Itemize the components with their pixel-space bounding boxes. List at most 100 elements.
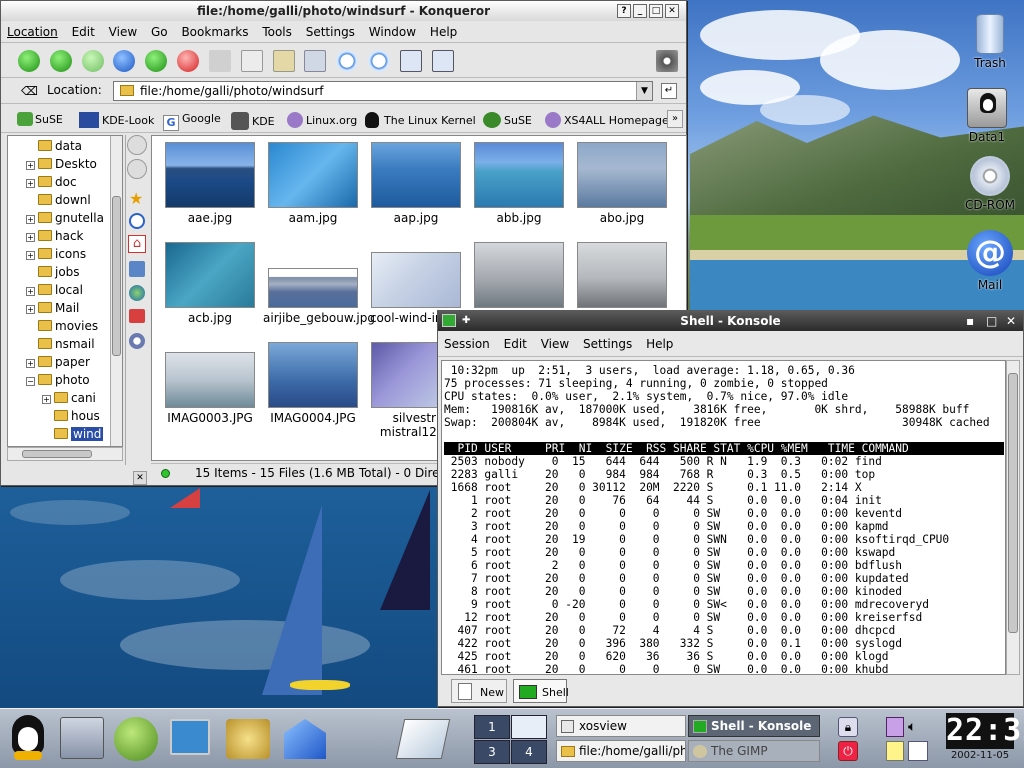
tree-item[interactable]: + local [26, 281, 83, 299]
menu-go[interactable]: Go [151, 21, 168, 43]
expand-icon[interactable]: + [26, 179, 35, 188]
konsole-minimize-button[interactable]: ▪ [966, 311, 974, 331]
menu-settings[interactable]: Settings [306, 21, 355, 43]
paste-icon[interactable] [272, 50, 295, 72]
new-session-button[interactable]: New [451, 679, 507, 703]
tree-item[interactable]: data [26, 137, 82, 155]
bookmark-linux-org[interactable]: Linux.org [287, 112, 357, 128]
terminal-launcher-icon[interactable] [170, 719, 210, 755]
help-button[interactable]: ? [617, 4, 631, 18]
bookmark-suse-2[interactable]: SuSE [483, 112, 532, 128]
desktop-1[interactable]: 1 [474, 715, 510, 739]
tree-item[interactable]: + Mail [26, 299, 79, 317]
file-thumbnail[interactable]: aae.jpg [160, 142, 260, 225]
menu-help[interactable]: Help [430, 21, 457, 43]
bookmarks-sidebar-icon[interactable]: ★ [129, 189, 143, 208]
kmenu-tux-icon[interactable] [6, 715, 50, 763]
expand-icon[interactable]: + [42, 395, 51, 404]
file-thumbnail[interactable]: abo.jpg [572, 142, 672, 225]
location-input[interactable]: file:/home/galli/photo/windsurf ▼ [113, 81, 653, 101]
menu-view[interactable]: View [109, 21, 137, 43]
settings-sidebar-icon[interactable] [129, 333, 145, 349]
kwrite-icon[interactable] [395, 719, 451, 759]
tree-item[interactable]: hous [42, 407, 100, 425]
task-konsole[interactable]: Shell - Konsole [688, 715, 820, 737]
cut-icon[interactable] [208, 50, 231, 72]
file-thumbnail[interactable]: airjibe_gebouw.jpg [263, 242, 375, 325]
menu-location[interactable]: Location [7, 21, 58, 43]
bookmark-suse[interactable]: SuSE [17, 112, 63, 126]
expand-icon[interactable]: + [26, 251, 35, 260]
tree-item[interactable]: jobs [26, 263, 80, 281]
konqueror-gear-icon[interactable] [656, 50, 678, 72]
close-button[interactable]: ✕ [665, 4, 679, 18]
menu-bookmarks[interactable]: Bookmarks [181, 21, 248, 43]
tree-item[interactable]: + hack [26, 227, 84, 245]
bookmark-kde[interactable]: KDE [231, 112, 275, 130]
zoom-in-icon[interactable] [336, 50, 359, 72]
file-thumbnail[interactable]: aap.jpg [366, 142, 466, 225]
reload-icon[interactable] [145, 50, 168, 72]
expand-icon[interactable]: + [26, 305, 35, 314]
go-icon[interactable]: ↵ [661, 83, 677, 99]
volume-icon[interactable]: 🔈︎ [908, 717, 930, 737]
menu-view-konsole[interactable]: View [541, 331, 569, 357]
konsole-titlebar[interactable]: ✚ Shell - Konsole ▪ □ ✕ [438, 311, 1023, 331]
menu-settings-konsole[interactable]: Settings [583, 331, 632, 357]
stop-icon[interactable] [177, 50, 200, 72]
lock-screen-icon[interactable]: 🔒︎ [838, 717, 858, 737]
control-center-icon[interactable] [226, 719, 270, 759]
file-thumbnail[interactable]: aam.jpg [263, 142, 363, 225]
terminal-screen[interactable]: 10:32pm up 2:51, 3 users, load average: … [441, 360, 1006, 675]
bookmark-google[interactable]: G Google [163, 112, 221, 131]
tree-item[interactable]: + paper [26, 353, 90, 371]
collapse-icon[interactable]: − [26, 377, 35, 386]
bookmark-xs4all[interactable]: XS4ALL Homepages [545, 112, 674, 128]
terminal-scroll-thumb[interactable] [1008, 373, 1018, 633]
desktop-data1[interactable]: Data1 [952, 88, 1022, 144]
panel-clock[interactable]: 22:32 2002-11-05 [940, 713, 1024, 765]
tree-horizontal-scrollbar[interactable] [7, 447, 123, 461]
copy-icon[interactable] [240, 50, 263, 72]
sidebar-button-2[interactable] [127, 159, 147, 179]
tree-item[interactable]: downl [26, 191, 91, 209]
tree-item[interactable]: + icons [26, 245, 86, 263]
shell-tab[interactable]: Shell [513, 679, 569, 703]
task-gimp[interactable]: The GIMP [688, 740, 820, 762]
suse-control-icon[interactable] [114, 717, 158, 761]
file-thumbnail[interactable]: abb.jpg [469, 142, 569, 225]
chevron-down-icon[interactable]: ▼ [636, 82, 652, 100]
desktop-cdrom[interactable]: CD-ROM [955, 156, 1024, 212]
desktop-2[interactable] [511, 715, 547, 739]
tree-item[interactable]: movies [26, 317, 98, 335]
expand-icon[interactable]: + [26, 233, 35, 242]
home-icon[interactable] [113, 50, 136, 72]
tree-item[interactable]: + cani [42, 389, 96, 407]
menu-help-konsole[interactable]: Help [646, 331, 673, 357]
tree-scroll-thumb[interactable] [112, 196, 121, 356]
calculator-icon[interactable] [60, 717, 104, 759]
menu-window[interactable]: Window [369, 21, 416, 43]
tree-item[interactable]: + gnutella [26, 209, 104, 227]
logout-icon[interactable]: ⏻ [838, 741, 858, 761]
menu-tools[interactable]: Tools [262, 21, 292, 43]
task-xosview[interactable]: xosview [556, 715, 686, 737]
zoom-out-icon[interactable] [368, 50, 391, 72]
back-icon[interactable] [49, 50, 72, 72]
services-sidebar-icon[interactable] [129, 309, 145, 323]
history-sidebar-icon[interactable] [129, 213, 145, 229]
desktop-4[interactable]: 4 [511, 740, 547, 764]
home-folder-icon[interactable] [284, 719, 326, 759]
korganizer-icon[interactable] [908, 741, 928, 761]
resize-grip[interactable]: ✕ [133, 471, 147, 485]
bookmark-linux-kernel[interactable]: The Linux Kernel [365, 112, 476, 128]
menu-edit[interactable]: Edit [72, 21, 95, 43]
tree-item[interactable]: wind [42, 425, 104, 443]
desktop-mail[interactable]: @ Mail [955, 230, 1024, 292]
clear-location-icon[interactable]: ⌫ [21, 84, 38, 98]
konqueror-titlebar[interactable]: file:/home/galli/photo/windsurf - Konque… [1, 1, 686, 21]
file-thumbnail[interactable]: IMAG0003.JPG [160, 342, 260, 425]
expand-icon[interactable]: + [26, 359, 35, 368]
print-icon[interactable] [304, 50, 327, 72]
more-bookmarks-icon[interactable]: » [667, 110, 683, 128]
